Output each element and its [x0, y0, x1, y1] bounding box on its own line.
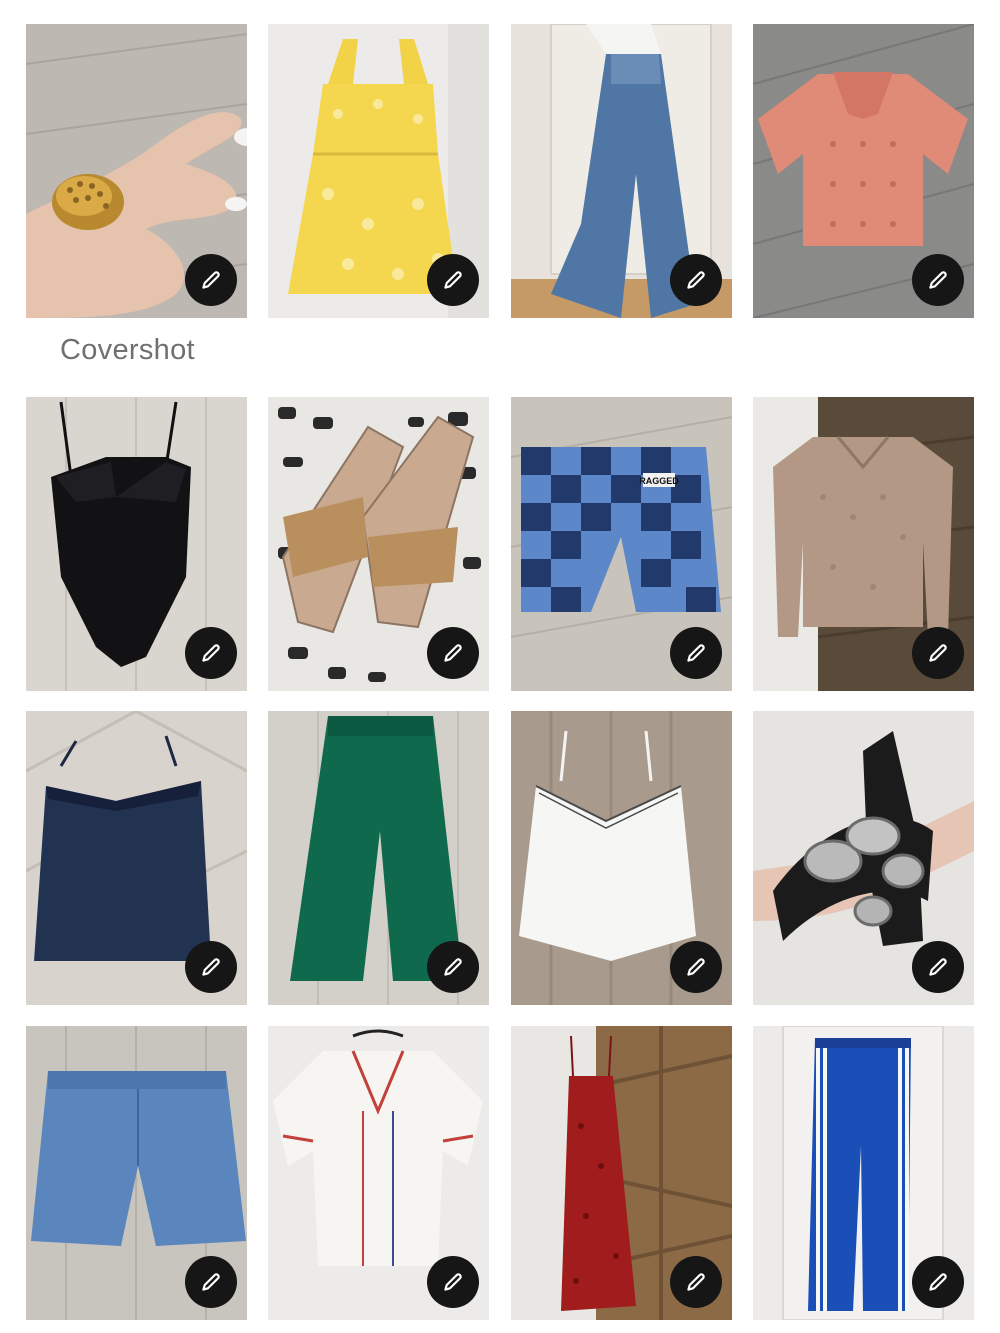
brand-tag: RAGGED	[639, 476, 679, 486]
edit-listing-button[interactable]	[427, 254, 479, 306]
pencil-icon	[202, 644, 220, 662]
pencil-icon	[929, 958, 947, 976]
listing-photo-blue-track-pants[interactable]	[753, 1026, 974, 1320]
covershot-label: Covershot	[60, 334, 195, 366]
edit-listing-button[interactable]	[670, 941, 722, 993]
listing-photo-yellow-dress[interactable]	[268, 24, 489, 318]
listing-photo-pink-polo[interactable]	[753, 24, 974, 318]
pencil-icon	[687, 271, 705, 289]
listing-photo-red-slip-dress[interactable]	[511, 1026, 732, 1320]
listing-photo-black-bodysuit[interactable]	[26, 397, 247, 691]
pencil-icon	[202, 1273, 220, 1291]
edit-listing-button[interactable]	[427, 941, 479, 993]
edit-listing-button[interactable]	[670, 254, 722, 306]
pencil-icon	[929, 644, 947, 662]
edit-listing-button[interactable]	[912, 627, 964, 679]
pencil-icon	[687, 644, 705, 662]
edit-listing-button[interactable]	[185, 941, 237, 993]
listing-photo-white-cami[interactable]	[511, 711, 732, 1005]
pencil-icon	[929, 1273, 947, 1291]
pencil-icon	[687, 958, 705, 976]
listing-photo-denim-shorts[interactable]	[26, 1026, 247, 1320]
pencil-icon	[687, 1273, 705, 1291]
listing-photo-gold-ring[interactable]	[26, 24, 247, 318]
edit-listing-button[interactable]	[427, 627, 479, 679]
edit-listing-button[interactable]	[912, 254, 964, 306]
listing-photo-embroidered-blouse[interactable]	[268, 1026, 489, 1320]
edit-listing-button[interactable]	[912, 1256, 964, 1308]
listing-photo-raffia-sandals[interactable]	[268, 397, 489, 691]
edit-listing-button[interactable]	[912, 941, 964, 993]
listing-photo-knit-cardigan[interactable]	[753, 397, 974, 691]
edit-listing-button[interactable]	[185, 1256, 237, 1308]
edit-listing-button[interactable]	[427, 1256, 479, 1308]
listing-photo-wide-leg-jeans[interactable]	[511, 24, 732, 318]
edit-listing-button[interactable]	[185, 627, 237, 679]
pencil-icon	[444, 958, 462, 976]
edit-listing-button[interactable]	[670, 1256, 722, 1308]
pencil-icon	[202, 271, 220, 289]
edit-listing-button[interactable]	[185, 254, 237, 306]
listing-photo-navy-cami[interactable]	[26, 711, 247, 1005]
listing-photo-concho-belt[interactable]	[753, 711, 974, 1005]
pencil-icon	[444, 1273, 462, 1291]
edit-listing-button[interactable]	[670, 627, 722, 679]
pencil-icon	[444, 271, 462, 289]
listing-photo-patchwork-pants[interactable]: RAGGED	[511, 397, 732, 691]
listing-photo-green-pants[interactable]	[268, 711, 489, 1005]
pencil-icon	[444, 644, 462, 662]
pencil-icon	[929, 271, 947, 289]
pencil-icon	[202, 958, 220, 976]
